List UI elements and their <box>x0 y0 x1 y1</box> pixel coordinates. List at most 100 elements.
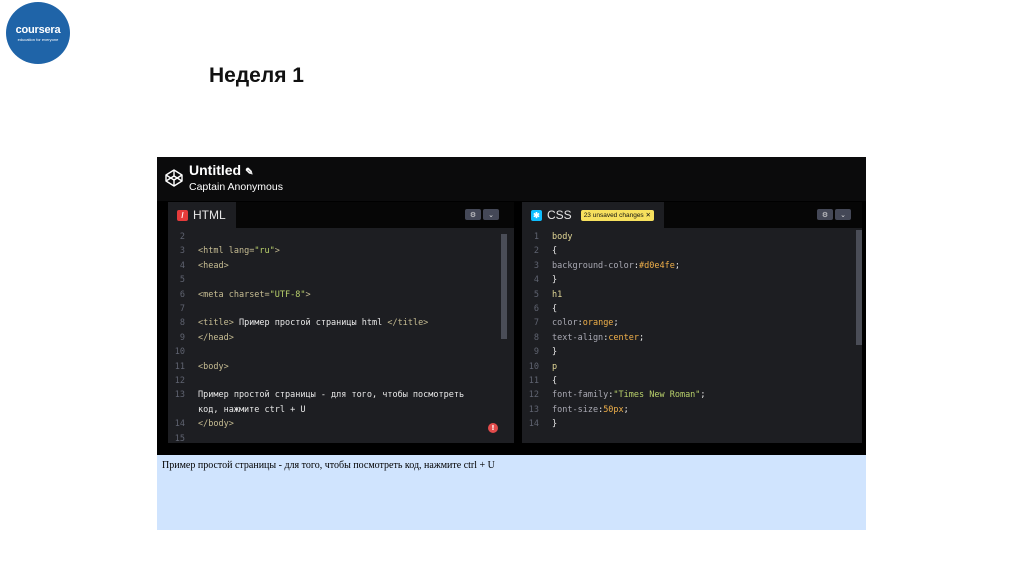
line-number: 8 <box>533 332 539 343</box>
code-token: background-color <box>552 260 634 271</box>
code-token: код, нажмите ctrl + U <box>198 404 306 415</box>
line-number: 3 <box>179 246 185 257</box>
code-text: Пример простой страницы - для того, чтоб… <box>198 388 464 402</box>
code-text: код, нажмите ctrl + U <box>198 403 305 417</box>
logo-tagline: education for everyone <box>17 37 59 42</box>
code-token: } <box>552 419 558 430</box>
html-collapse-button[interactable]: ⌄ <box>483 209 499 220</box>
line-number: 13 <box>174 390 185 401</box>
code-token: </title> <box>387 318 429 329</box>
code-text: { <box>552 244 557 258</box>
line-number: 11 <box>174 361 185 372</box>
code-text: text-align:center; <box>552 331 644 345</box>
code-text: h1 <box>552 288 562 302</box>
code-text: font-size:50px; <box>552 403 629 417</box>
code-text: { <box>552 374 557 388</box>
code-token: { <box>552 304 558 314</box>
line-number: 2 <box>179 232 185 242</box>
line-number: 3 <box>533 260 539 271</box>
code-token: font-size <box>552 404 599 415</box>
code-token: <meta <box>198 289 229 300</box>
code-token: ; <box>639 332 645 343</box>
error-badge-icon[interactable]: ! <box>488 423 498 433</box>
preview-paragraph: Пример простой страницы - для того, чтоб… <box>162 460 495 471</box>
line-number: 6 <box>533 304 539 314</box>
line-number: 2 <box>533 246 539 257</box>
logo-word: coursera <box>15 24 61 36</box>
css-panel-header: ✱ CSS 23 unsaved changes ✕ ⚙ ⌄ <box>522 202 862 228</box>
code-token: ; <box>674 260 680 271</box>
code-token: ; <box>700 390 706 401</box>
code-text: color:orange; <box>552 316 619 330</box>
code-text: } <box>552 273 557 287</box>
code-text: <meta charset="UTF-8"> <box>198 288 311 302</box>
code-text: body <box>552 230 572 244</box>
tab-html[interactable]: / HTML <box>168 202 236 228</box>
css-star-icon: ✱ <box>531 209 542 221</box>
result-preview: Пример простой страницы - для того, чтоб… <box>157 455 866 530</box>
line-number: 12 <box>174 376 185 386</box>
code-token: </head> <box>198 332 234 343</box>
line-number: 13 <box>528 404 539 415</box>
html-editor-panel: / HTML ⚙ ⌄ 2 3 <html lang="ru"> 4 <head> 5 6 <m… <box>168 202 514 444</box>
line-number: 11 <box>528 376 539 386</box>
code-text: <head> <box>198 259 229 273</box>
pen-title-text: Untitled <box>189 162 242 178</box>
html-code-editor[interactable]: 2 3 <html lang="ru"> 4 <head> 5 6 <meta charset… <box>168 230 514 444</box>
code-token: color <box>552 318 578 329</box>
line-number: 8 <box>179 318 185 329</box>
css-editor-panel: ✱ CSS 23 unsaved changes ✕ ⚙ ⌄ 1 body 2 {3 b… <box>522 202 862 443</box>
code-token: { <box>552 246 558 257</box>
code-text: </head> <box>198 331 234 345</box>
line-number: 1 <box>533 232 539 242</box>
html-scrollbar[interactable] <box>501 234 507 339</box>
code-token: text-align <box>552 332 604 343</box>
pencil-icon[interactable]: ✎ <box>245 167 253 178</box>
css-code-editor[interactable]: 1 body 2 {3 background-color:#d0e4fe; 4} 5 h1 6 {… <box>522 230 862 443</box>
tab-css[interactable]: ✱ CSS 23 unsaved changes ✕ <box>522 202 664 228</box>
slide-title: Неделя 1 <box>209 64 304 87</box>
html-settings-button[interactable]: ⚙ <box>465 209 481 220</box>
code-text: <body> <box>198 360 229 374</box>
line-number: 7 <box>179 304 185 314</box>
code-token: ; <box>623 404 629 415</box>
line-number: 9 <box>533 347 539 358</box>
code-token: <title> <box>198 318 234 329</box>
line-number: 5 <box>179 275 185 286</box>
line-number: 10 <box>174 347 185 358</box>
code-token: } <box>552 275 558 286</box>
code-token: { <box>552 376 558 386</box>
code-token: <html <box>198 246 229 257</box>
code-token: > <box>305 289 311 300</box>
css-collapse-button[interactable]: ⌄ <box>835 209 851 220</box>
html-panel-header: / HTML ⚙ ⌄ <box>168 202 514 228</box>
code-text: <title> Пример простой страницы html </t… <box>198 316 428 330</box>
code-token: charset= <box>228 289 270 300</box>
coursera-logo: coursera education for everyone <box>6 2 70 64</box>
css-settings-button[interactable]: ⚙ <box>817 209 833 220</box>
pen-author[interactable]: Captain Anonymous <box>189 181 283 193</box>
line-number: 6 <box>179 289 185 300</box>
pen-title[interactable]: Untitled ✎ <box>189 162 254 178</box>
line-number: 14 <box>174 419 185 430</box>
code-token: Пример простой страницы - для того, чтоб… <box>198 390 465 401</box>
code-text: font-family:"Times New Roman"; <box>552 388 706 402</box>
code-text: <html lang="ru"> <box>198 244 280 258</box>
code-text: } <box>552 417 557 431</box>
code-token: #d0e4fe <box>639 260 675 271</box>
code-token: "ru" <box>254 246 275 257</box>
code-text: p <box>552 360 557 374</box>
code-token: } <box>552 347 558 358</box>
code-token: h1 <box>552 289 563 300</box>
html-slash-icon: / <box>177 209 188 221</box>
unsaved-changes-badge[interactable]: 23 unsaved changes ✕ <box>580 209 654 221</box>
code-token: Пример простой страницы html <box>233 318 388 329</box>
css-scrollbar[interactable] <box>856 230 862 345</box>
codepen-screenshot: Untitled ✎ Captain Anonymous / HTML ⚙ ⌄ 2… <box>157 157 866 530</box>
code-token: 50px <box>603 404 624 415</box>
code-token: </body> <box>198 419 234 430</box>
line-number: 4 <box>533 275 539 286</box>
code-token: p <box>552 361 558 372</box>
code-token: <head> <box>198 260 229 271</box>
line-number: 7 <box>533 318 539 329</box>
